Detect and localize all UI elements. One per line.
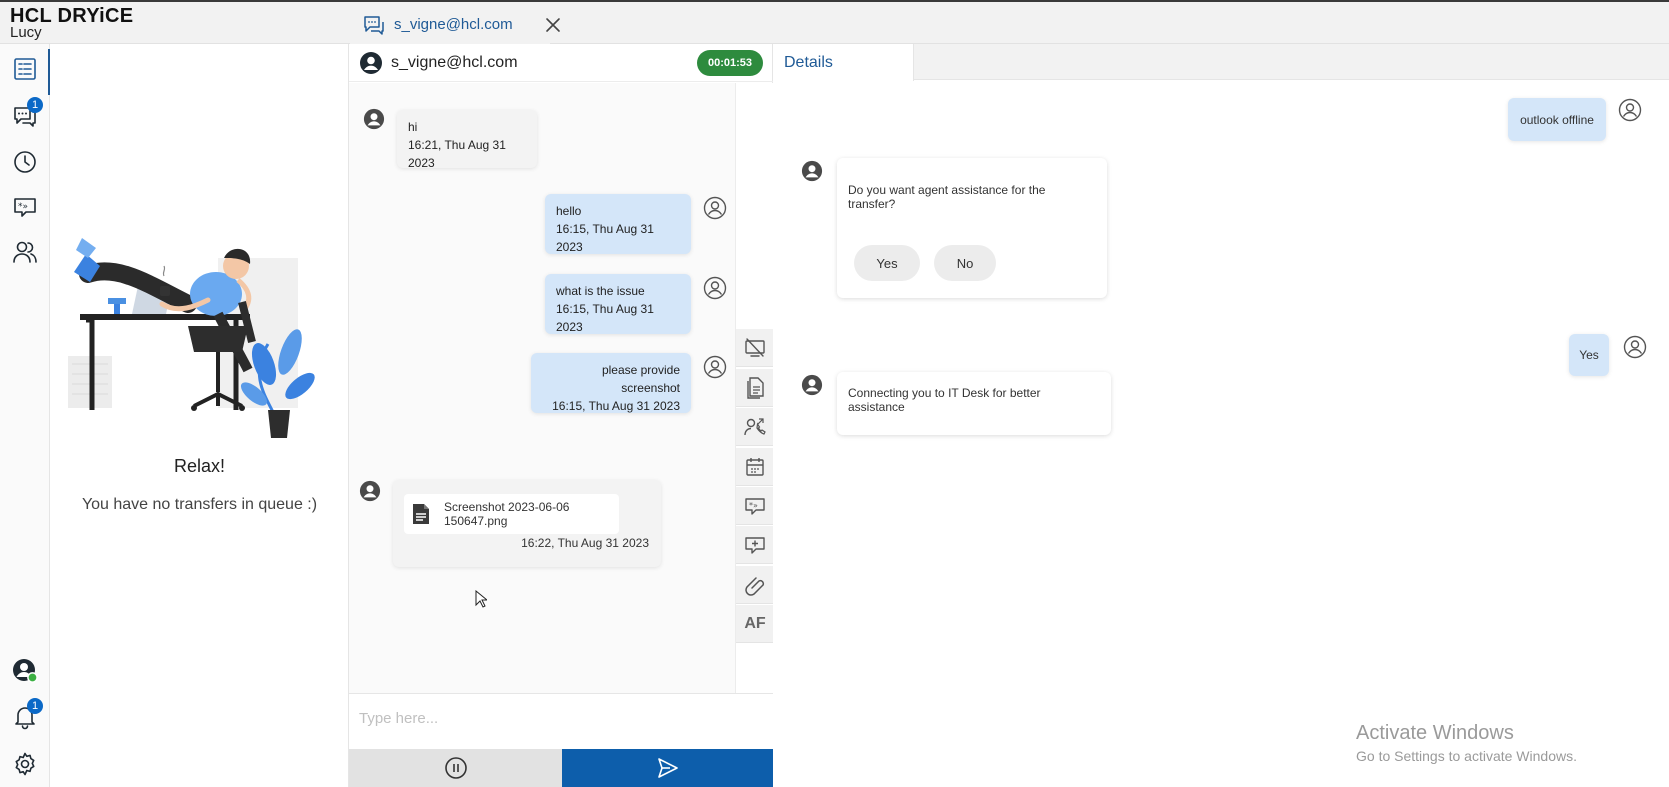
tool-transfer-call[interactable]	[736, 408, 774, 446]
screen-share-off-icon	[744, 337, 766, 358]
file-name: Screenshot 2023-06-06 150647.png	[444, 500, 570, 528]
transfers-panel: Relax! You have no transfers in queue :)	[50, 44, 349, 787]
calendar-icon	[745, 457, 765, 477]
empty-state-subtitle: You have no transfers in queue :)	[81, 496, 318, 513]
message-bubble: hi 16:21, Thu Aug 31 2023	[397, 110, 537, 170]
tab-active-chat[interactable]: s_vigne@hcl.com	[350, 4, 560, 45]
nav-item-profile[interactable]	[0, 651, 50, 691]
pause-button[interactable]	[349, 749, 562, 787]
top-bar: HCL DRYiCE Lucy s_vigne@hcl.com	[0, 0, 1669, 45]
message-list[interactable]: hi 16:21, Thu Aug 31 2023 hello 16:15, T…	[349, 83, 735, 693]
question-text: Do you want agent assistance for the tra…	[848, 183, 1046, 211]
message-input[interactable]	[359, 706, 759, 730]
user-avatar-icon	[363, 108, 385, 130]
message-time: 16:22, Thu Aug 31 2023	[521, 536, 649, 550]
document-icon	[412, 503, 430, 525]
message-text: hi	[408, 120, 418, 134]
quick-reply-icon: *»	[12, 194, 38, 220]
tool-attach[interactable]	[736, 566, 774, 604]
tool-transcript[interactable]	[736, 369, 774, 407]
brand-name: DRYiCE	[57, 5, 134, 27]
message-text: what is the issue	[556, 284, 645, 298]
connecting-text: Connecting you to IT Desk for better ass…	[848, 386, 1041, 414]
file-attachment[interactable]: Screenshot 2023-06-06 150647.png	[404, 494, 619, 534]
message-bubble: please provide screenshot 16:15, Thu Aug…	[531, 353, 691, 413]
tool-stop-screen-share[interactable]	[736, 329, 774, 367]
tab-details[interactable]: Details	[773, 44, 914, 81]
chat-tab-icon	[362, 14, 386, 36]
user-avatar-icon	[801, 160, 823, 182]
watermark-title: Activate Windows	[1356, 722, 1514, 744]
tool-add-note[interactable]	[736, 526, 774, 564]
send-icon	[657, 757, 679, 779]
quick-reply-icon: *»	[744, 496, 766, 516]
connecting-message: Connecting you to IT Desk for better ass…	[837, 372, 1111, 435]
tool-af[interactable]: AF	[736, 605, 774, 643]
file-message-bubble: Screenshot 2023-06-06 150647.png 16:22, …	[393, 480, 661, 567]
user-reply-yes: Yes	[1569, 334, 1609, 376]
details-transcript: outlook offline Do you want agent assist…	[773, 81, 1669, 787]
svg-text:*»: *»	[749, 501, 758, 510]
message-bubble: hello 16:15, Thu Aug 31 2023	[545, 194, 691, 254]
relax-illustration	[68, 214, 330, 438]
paperclip-icon	[744, 574, 766, 596]
user-avatar-icon	[801, 374, 823, 396]
nav-item-notifications[interactable]: 1	[0, 697, 50, 737]
message-time: 16:15, Thu Aug 31 2023	[556, 222, 654, 254]
agent-avatar-icon	[703, 196, 727, 220]
chat-header: s_vigne@hcl.com 00:01:53	[349, 44, 773, 82]
list-document-icon	[12, 56, 38, 82]
mouse-cursor-icon	[475, 590, 487, 608]
pause-icon	[444, 756, 468, 780]
details-panel: Details outlook offline Do you want agen…	[773, 44, 1669, 787]
chat-badge: 1	[27, 97, 43, 113]
svg-text:*»: *»	[18, 202, 28, 212]
option-no-button[interactable]: No	[934, 245, 996, 281]
chat-tool-strip: *» AF	[735, 83, 774, 693]
notification-badge: 1	[27, 698, 43, 714]
agent-avatar-icon	[703, 276, 727, 300]
contact-name: s_vigne@hcl.com	[391, 53, 518, 71]
message-text: please provide screenshot	[601, 363, 680, 395]
message-plus-icon	[744, 535, 766, 555]
agent-avatar-icon	[1623, 335, 1647, 359]
bot-message-outlook: outlook offline	[1508, 98, 1606, 141]
close-icon[interactable]	[545, 17, 561, 33]
user-phone-icon	[744, 416, 766, 438]
windows-activation-watermark: Activate Windows Go to Settings to activ…	[1356, 722, 1577, 764]
agent-avatar-icon	[703, 355, 727, 379]
af-label: AF	[744, 614, 766, 632]
document-copy-icon	[745, 376, 765, 399]
contact-avatar-icon	[359, 51, 383, 75]
tool-canned-response[interactable]: *»	[736, 487, 774, 525]
nav-item-transfers[interactable]	[0, 49, 51, 95]
user-avatar-icon	[11, 657, 39, 685]
left-nav: 1 *» 1	[0, 44, 51, 787]
nav-item-users[interactable]	[0, 232, 50, 272]
nav-item-history[interactable]	[0, 142, 50, 182]
chat-tab-label: s_vigne@hcl.com	[394, 16, 513, 33]
clock-icon	[12, 149, 38, 175]
empty-state-title: Relax!	[173, 456, 226, 476]
message-time: 16:15, Thu Aug 31 2023	[552, 399, 680, 413]
nav-item-canned[interactable]: *»	[0, 187, 50, 227]
message-time: 16:15, Thu Aug 31 2023	[556, 302, 654, 334]
agent-avatar-icon	[1618, 98, 1642, 122]
user-avatar-icon	[359, 480, 381, 502]
gear-icon	[12, 751, 38, 777]
users-icon	[12, 239, 38, 265]
tool-calendar[interactable]	[736, 448, 774, 486]
user-name: Lucy	[10, 24, 42, 41]
watermark-subtitle: Go to Settings to activate Windows.	[1356, 748, 1577, 764]
message-time: 16:21, Thu Aug 31 2023	[408, 138, 506, 170]
nav-item-chats[interactable]: 1	[0, 96, 50, 136]
chat-panel: s_vigne@hcl.com 00:01:53 hi 16:21, Thu A…	[349, 44, 774, 787]
message-bubble: what is the issue 16:15, Thu Aug 31 2023	[545, 274, 691, 334]
details-tab-bar: Details	[773, 44, 1669, 81]
message-text: hello	[556, 204, 582, 218]
option-yes-button[interactable]: Yes	[854, 245, 920, 281]
nav-item-settings[interactable]	[0, 744, 50, 784]
chat-timer-badge: 00:01:53	[697, 50, 763, 76]
send-button[interactable]	[562, 749, 773, 787]
